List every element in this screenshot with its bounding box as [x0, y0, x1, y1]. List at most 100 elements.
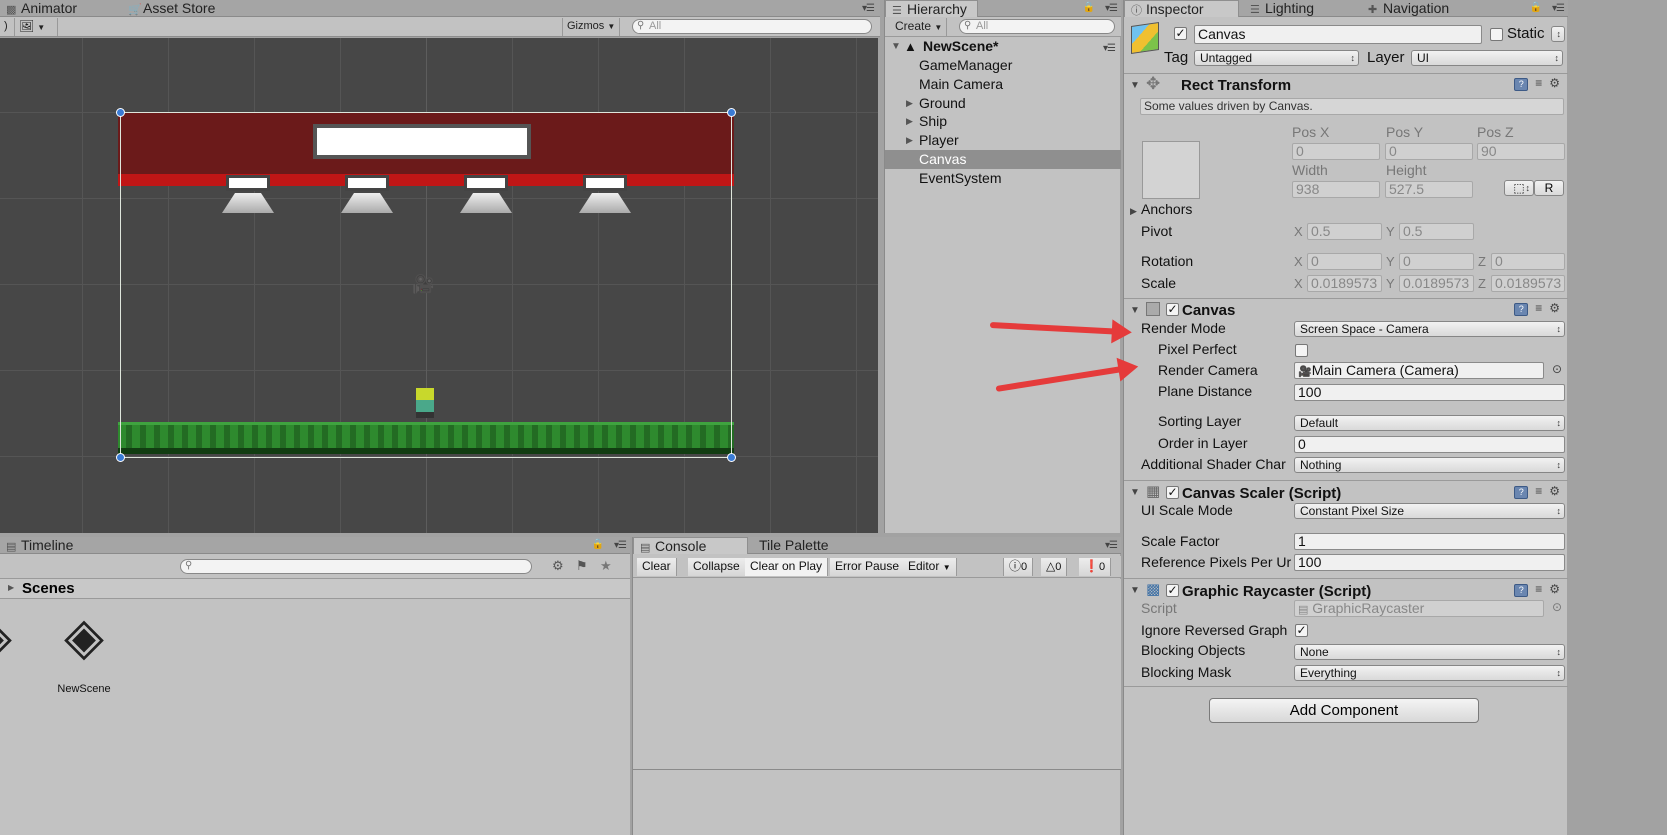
- pivot-x-input[interactable]: 0.5: [1307, 223, 1382, 240]
- pixel-perfect-checkbox[interactable]: [1295, 344, 1308, 357]
- gear-icon[interactable]: ⚙: [1549, 582, 1560, 596]
- tab-inspector[interactable]: ⓘ Inspector: [1124, 0, 1239, 17]
- scene-search-input[interactable]: ⚲ All: [632, 19, 872, 34]
- scene-viewport[interactable]: 🎥: [0, 38, 878, 533]
- ui-scale-mode-dropdown[interactable]: Constant Pixel Size: [1294, 503, 1565, 519]
- editor-dropdown[interactable]: Editor ▼: [903, 558, 957, 576]
- hierarchy-item[interactable]: ▶ Ship: [885, 112, 1121, 131]
- canvas-enabled-checkbox[interactable]: ✓: [1166, 303, 1179, 316]
- add-component-button[interactable]: Add Component: [1209, 698, 1479, 723]
- tab-asset-store[interactable]: 🛒Asset Store: [122, 0, 225, 17]
- preset-icon[interactable]: ≡: [1535, 582, 1542, 596]
- gizmos-dropdown[interactable]: Gizmos ▼: [562, 18, 621, 36]
- rect-handle[interactable]: [116, 108, 125, 117]
- render-camera-field[interactable]: 🎥Main Camera (Camera): [1294, 362, 1544, 379]
- shading-mode-button[interactable]: ): [0, 18, 10, 36]
- anchor-presets-button[interactable]: [1142, 141, 1200, 199]
- panel-menu-icon[interactable]: ▾☰: [614, 540, 627, 551]
- height-input[interactable]: 527.5: [1385, 181, 1473, 198]
- help-book-icon[interactable]: ?: [1514, 303, 1529, 316]
- scene-root[interactable]: ▼ ▲ NewScene* ▾☰: [885, 37, 1121, 56]
- rotation-y-input[interactable]: 0: [1399, 253, 1474, 270]
- error-count-toggle[interactable]: ❗0: [1079, 558, 1112, 576]
- object-picker-icon[interactable]: ⊙: [1552, 600, 1562, 614]
- object-picker-icon[interactable]: ⊙: [1552, 362, 1562, 376]
- sorting-layer-dropdown[interactable]: Default: [1294, 415, 1565, 431]
- filter-by-label-icon[interactable]: ⚑: [576, 558, 588, 574]
- error-pause-button[interactable]: Error Pause: [830, 558, 906, 576]
- canvas-scaler-header[interactable]: ▼ ▦ ✓ Canvas Scaler (Script) ? ≡ ⚙: [1124, 480, 1568, 502]
- plane-distance-input[interactable]: 100: [1294, 384, 1565, 401]
- hierarchy-item[interactable]: Main Camera: [885, 75, 1121, 94]
- object-active-checkbox[interactable]: ✓: [1174, 27, 1187, 40]
- blueprint-mode-button[interactable]: ⬚: [1504, 180, 1534, 196]
- lock-icon[interactable]: 🔒: [1530, 2, 1542, 13]
- hierarchy-search-input[interactable]: ⚲ All: [959, 19, 1115, 34]
- reference-ppu-input[interactable]: 100: [1294, 554, 1565, 571]
- static-checkbox[interactable]: [1490, 28, 1503, 41]
- hierarchy-item[interactable]: GameManager: [885, 56, 1121, 75]
- scale-x-input[interactable]: 0.0189573: [1307, 275, 1382, 292]
- breadcrumb-scenes[interactable]: Scenes: [22, 580, 75, 597]
- panel-menu-icon[interactable]: ▾☰: [1105, 3, 1118, 14]
- rect-handle[interactable]: [116, 453, 125, 462]
- gear-icon[interactable]: ⚙: [1549, 484, 1560, 498]
- hierarchy-item[interactable]: ▶ Ground: [885, 94, 1121, 113]
- tag-dropdown[interactable]: Untagged: [1194, 50, 1359, 66]
- gear-icon[interactable]: ⚙: [1549, 301, 1560, 315]
- pos-y-input[interactable]: 0: [1385, 143, 1473, 160]
- tab-console[interactable]: ▤ Console: [633, 537, 748, 554]
- help-book-icon[interactable]: ?: [1514, 486, 1529, 499]
- clear-on-play-button[interactable]: Clear on Play: [745, 558, 829, 576]
- anchors-label[interactable]: Anchors: [1141, 201, 1192, 217]
- clear-button[interactable]: Clear: [637, 558, 677, 576]
- scale-factor-input[interactable]: 1: [1294, 533, 1565, 550]
- blocking-objects-dropdown[interactable]: None: [1294, 644, 1565, 660]
- tab-hierarchy[interactable]: ☰ Hierarchy: [885, 0, 978, 17]
- collapse-button[interactable]: Collapse: [688, 558, 746, 576]
- rotation-x-input[interactable]: 0: [1307, 253, 1382, 270]
- fold-open-icon[interactable]: ▼: [1130, 305, 1140, 316]
- scale-z-input[interactable]: 0.0189573: [1491, 275, 1565, 292]
- preset-icon[interactable]: ≡: [1535, 76, 1542, 90]
- create-dropdown[interactable]: Create ▼: [891, 18, 948, 36]
- object-name-input[interactable]: Canvas: [1194, 25, 1482, 44]
- fold-closed-icon[interactable]: ▶: [906, 94, 913, 113]
- tab-tile-palette[interactable]: Tile Palette: [753, 537, 839, 554]
- rect-handle[interactable]: [727, 453, 736, 462]
- image-effects-button[interactable]: 🖼 ▼: [14, 18, 58, 36]
- panel-menu-icon[interactable]: ▾☰: [1552, 3, 1565, 14]
- hierarchy-item[interactable]: Canvas: [885, 150, 1121, 169]
- fold-open-icon[interactable]: ▼: [1130, 487, 1140, 498]
- canvas-scaler-enabled-checkbox[interactable]: ✓: [1166, 486, 1179, 499]
- pivot-y-input[interactable]: 0.5: [1399, 223, 1474, 240]
- scale-y-input[interactable]: 0.0189573: [1399, 275, 1474, 292]
- rect-transform-header[interactable]: ▼ ✥ Rect Transform ? ≡ ⚙: [1124, 73, 1568, 95]
- order-in-layer-input[interactable]: 0: [1294, 436, 1565, 453]
- lock-icon[interactable]: 🔒: [592, 539, 604, 550]
- tab-timeline[interactable]: ▤ Timeline: [0, 537, 83, 554]
- fold-closed-icon[interactable]: ▶: [906, 131, 913, 150]
- fold-open-icon[interactable]: ▼: [1130, 585, 1140, 596]
- help-book-icon[interactable]: ?: [1514, 78, 1529, 91]
- hierarchy-item[interactable]: ▶ Player: [885, 131, 1121, 150]
- tab-lighting[interactable]: ☰ Lighting: [1244, 0, 1324, 17]
- project-search-input[interactable]: ⚲: [180, 559, 532, 574]
- hierarchy-item[interactable]: EventSystem: [885, 169, 1121, 188]
- panel-menu-icon[interactable]: ▾☰: [862, 3, 875, 14]
- filter-by-type-icon[interactable]: ⚙: [552, 558, 564, 574]
- graphic-raycaster-header[interactable]: ▼ ▩ ✓ Graphic Raycaster (Script) ? ≡ ⚙: [1124, 578, 1568, 600]
- lock-icon[interactable]: 🔒: [1083, 2, 1095, 13]
- gear-icon[interactable]: ⚙: [1549, 76, 1560, 90]
- pos-z-input[interactable]: 90: [1477, 143, 1565, 160]
- help-book-icon[interactable]: ?: [1514, 584, 1529, 597]
- info-count-toggle[interactable]: ⓘ0: [1003, 558, 1034, 576]
- canvas-component-header[interactable]: ▼ ✓ Canvas ? ≡ ⚙: [1124, 298, 1568, 320]
- fold-open-icon[interactable]: ▼: [1130, 80, 1140, 91]
- fold-closed-icon[interactable]: ▶: [906, 112, 913, 131]
- layer-dropdown[interactable]: UI: [1411, 50, 1563, 66]
- favorite-star-icon[interactable]: ★: [600, 558, 612, 574]
- preset-icon[interactable]: ≡: [1535, 484, 1542, 498]
- tab-navigation[interactable]: ✚ Navigation: [1362, 0, 1459, 17]
- blocking-mask-dropdown[interactable]: Everything: [1294, 665, 1565, 681]
